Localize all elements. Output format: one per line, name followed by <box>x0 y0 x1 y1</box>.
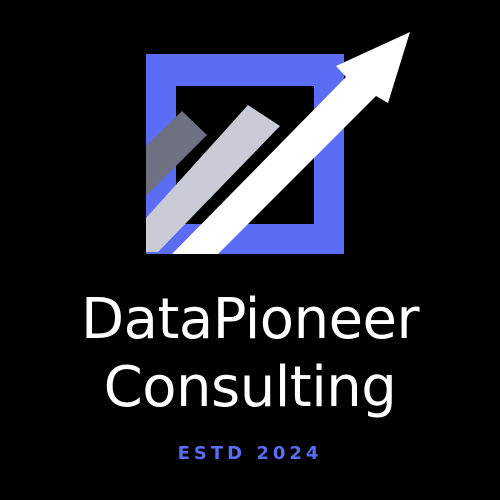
brand-name-line-2: Consulting <box>103 355 397 420</box>
logo-canvas: DataPioneer Consulting ESTD 2024 <box>0 0 500 500</box>
tagline: ESTD 2024 <box>177 443 323 464</box>
growth-arrow-icon <box>146 32 410 254</box>
